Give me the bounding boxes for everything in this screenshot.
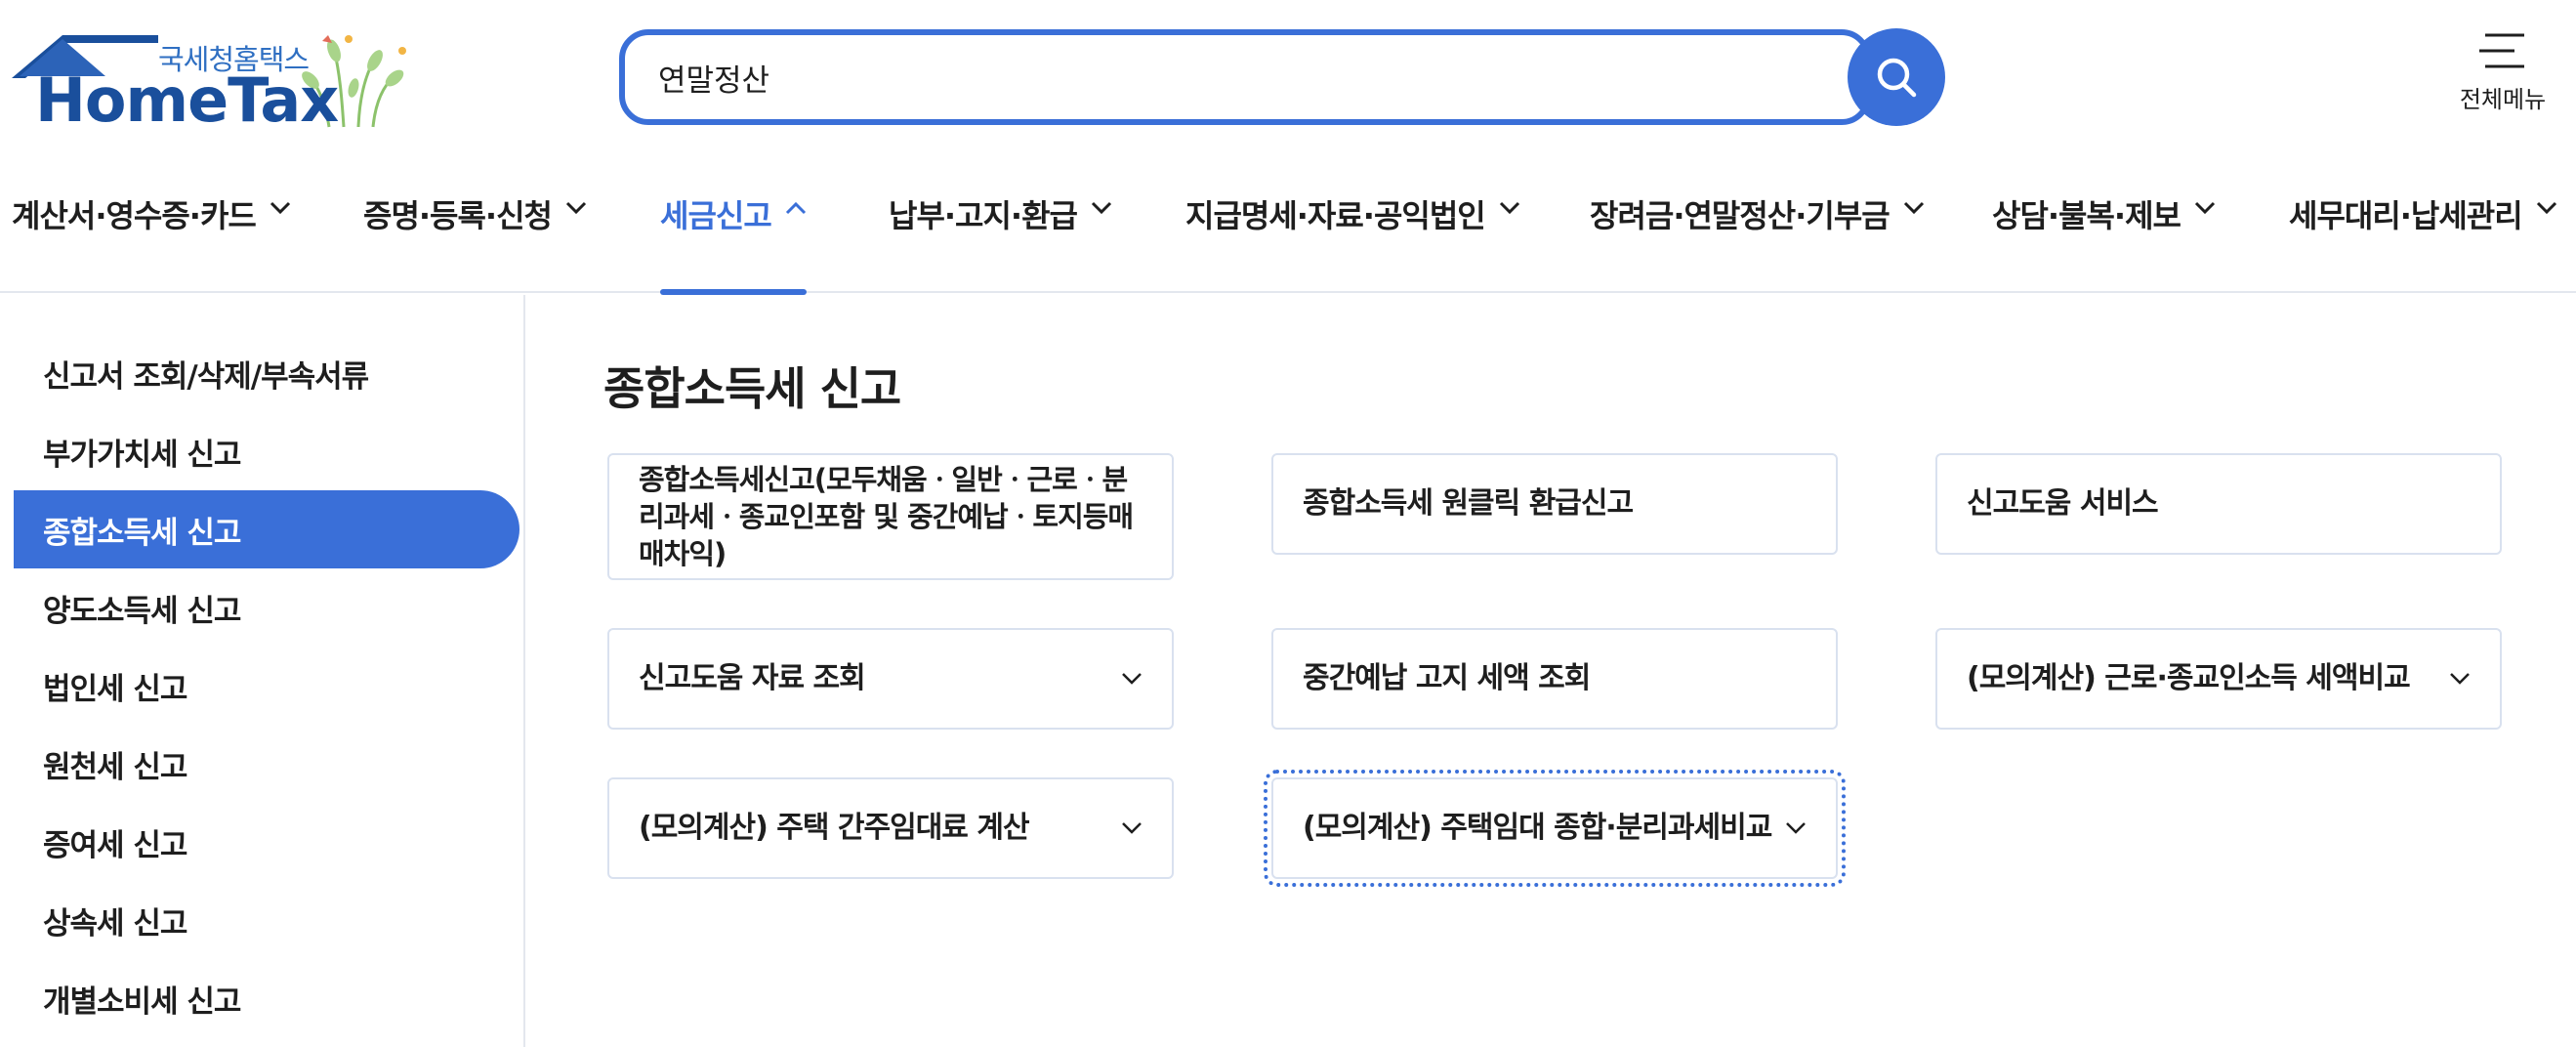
card-label: 종합소득세 원클릭 환급신고 xyxy=(1303,486,1634,521)
card-label: (모의계산) 근로·종교인소득 세액비교 xyxy=(1967,661,2411,695)
sidebar-item-corporate-tax[interactable]: 법인세 신고 xyxy=(14,647,519,725)
sidebar-item-withholding[interactable]: 원천세 신고 xyxy=(14,725,519,803)
nav-item-label: 지급명세·자료·공익법인 xyxy=(1185,197,1486,234)
card-one-click-refund[interactable]: 종합소득세 원클릭 환급신고 xyxy=(1271,453,1838,555)
nav-item-label: 계산서·영수증·카드 xyxy=(12,197,257,234)
sidebar: 신고서 조회/삭제/부속서류 부가가치세 신고 종합소득세 신고 양도소득세 신… xyxy=(0,295,525,1047)
card-mock-calc-deemed-rent[interactable]: (모의계산) 주택 간주임대료 계산 xyxy=(607,777,1174,879)
search-input[interactable] xyxy=(658,49,1781,105)
card-label: 중간예납 고지 세액 조회 xyxy=(1303,661,1591,695)
chevron-down-icon xyxy=(1122,822,1142,834)
sidebar-item-income-tax[interactable]: 종합소득세 신고 xyxy=(14,490,519,568)
chevron-down-icon xyxy=(1091,201,1112,215)
sidebar-item-excise-tax[interactable]: 개별소비세 신고 xyxy=(14,959,519,1037)
main-nav: 계산서·영수증·카드 증명·등록·신청 세금신고 납부·고지·환급 지급명세·자… xyxy=(0,184,2576,295)
sidebar-item-gift-tax[interactable]: 증여세 신고 xyxy=(14,803,519,881)
sidebar-item-inheritance-tax[interactable]: 상속세 신고 xyxy=(14,881,519,959)
nav-item-tax-agent[interactable]: 세무대리·납세관리 xyxy=(2289,184,2557,293)
hometax-logo[interactable]: 국세청홈택스 HomeTax xyxy=(12,29,441,137)
chevron-down-icon xyxy=(270,201,290,215)
nav-item-statements[interactable]: 지급명세·자료·공익법인 xyxy=(1185,184,1520,293)
chevron-down-icon xyxy=(2450,673,2470,685)
nav-item-payment[interactable]: 납부·고지·환급 xyxy=(889,184,1112,293)
nav-item-incentives[interactable]: 장려금·연말정산·기부금 xyxy=(1590,184,1925,293)
nav-item-tax-filing[interactable]: 세금신고 xyxy=(660,184,807,295)
nav-item-label: 세금신고 xyxy=(660,197,772,234)
nav-item-label: 상담·불복·제보 xyxy=(1992,197,2181,234)
page-title: 종합소득세 신고 xyxy=(603,362,901,415)
chevron-down-icon xyxy=(2536,201,2556,215)
nav-item-label: 세무대리·납세관리 xyxy=(2289,197,2523,234)
card-income-tax-filing[interactable]: 종합소득세신고(모두채움ㆍ일반ㆍ근로ㆍ분리과세ㆍ종교인포함 및 중간예납ㆍ토지등… xyxy=(607,453,1174,580)
nav-item-label: 증명·등록·신청 xyxy=(363,197,553,234)
all-menu-button[interactable]: 전체메뉴 xyxy=(2439,29,2566,127)
search-icon xyxy=(1877,58,1917,98)
search-button[interactable] xyxy=(1848,28,1945,126)
sidebar-item-report-lookup[interactable]: 신고서 조회/삭제/부속서류 xyxy=(14,334,519,412)
sidebar-item-label: 신고서 조회/삭제/부속서류 xyxy=(43,358,369,395)
sidebar-item-label: 종합소득세 신고 xyxy=(43,515,241,551)
sidebar-item-label: 증여세 신고 xyxy=(43,827,187,863)
sidebar-item-capital-gains[interactable]: 양도소득세 신고 xyxy=(14,568,519,647)
chevron-down-icon xyxy=(1499,201,1519,215)
card-label: 신고도움 서비스 xyxy=(1967,486,2159,521)
chevron-down-icon xyxy=(1903,201,1924,215)
nav-item-label: 장려금·연말정산·기부금 xyxy=(1590,197,1890,234)
sidebar-item-label: 법인세 신고 xyxy=(43,671,187,707)
card-mock-calc-earned-income[interactable]: (모의계산) 근로·종교인소득 세액비교 xyxy=(1935,628,2502,730)
sidebar-item-label: 양도소득세 신고 xyxy=(43,593,241,629)
nav-item-consulting[interactable]: 상담·불복·제보 xyxy=(1992,184,2216,293)
search-box xyxy=(619,29,1871,125)
hamburger-menu-icon xyxy=(2479,33,2524,68)
chevron-down-icon xyxy=(2194,201,2216,215)
header: 국세청홈택스 HomeTax 전체메뉴 xyxy=(0,0,2576,147)
card-mock-calc-housing-rental[interactable]: (모의계산) 주택임대 종합·분리과세비교 xyxy=(1264,770,1846,887)
logo-title: HomeTax xyxy=(35,64,339,136)
card-label: (모의계산) 주택임대 종합·분리과세비교 xyxy=(1303,811,1772,845)
nav-item-certificate[interactable]: 증명·등록·신청 xyxy=(363,184,587,293)
card-filing-help-data[interactable]: 신고도움 자료 조회 xyxy=(607,628,1174,730)
card-interim-prepayment[interactable]: 중간예납 고지 세액 조회 xyxy=(1271,628,1838,730)
card-label: 신고도움 자료 조회 xyxy=(639,661,866,695)
card-label: 종합소득세신고(모두채움ㆍ일반ㆍ근로ㆍ분리과세ㆍ종교인포함 및 중간예납ㆍ토지등… xyxy=(639,463,1134,570)
sidebar-item-label: 개별소비세 신고 xyxy=(43,984,241,1020)
sidebar-item-label: 원천세 신고 xyxy=(43,749,187,785)
nav-item-invoice[interactable]: 계산서·영수증·카드 xyxy=(12,184,291,293)
chevron-down-icon xyxy=(1122,673,1142,685)
chevron-down-icon xyxy=(1786,822,1806,834)
main-content: 종합소득세 신고 종합소득세신고(모두채움ㆍ일반ㆍ근로ㆍ분리과세ㆍ종교인포함 및… xyxy=(527,295,2576,1047)
nav-item-label: 납부·고지·환급 xyxy=(889,197,1078,234)
chevron-down-icon xyxy=(565,201,587,215)
sidebar-item-vat[interactable]: 부가가치세 신고 xyxy=(14,412,519,490)
card-filing-help-service[interactable]: 신고도움 서비스 xyxy=(1935,453,2502,555)
sidebar-item-label: 상속세 신고 xyxy=(43,905,187,942)
card-label: (모의계산) 주택 간주임대료 계산 xyxy=(639,811,1030,845)
all-menu-label: 전체메뉴 xyxy=(2459,86,2547,113)
sidebar-item-label: 부가가치세 신고 xyxy=(43,437,241,473)
chevron-up-icon xyxy=(785,201,806,215)
